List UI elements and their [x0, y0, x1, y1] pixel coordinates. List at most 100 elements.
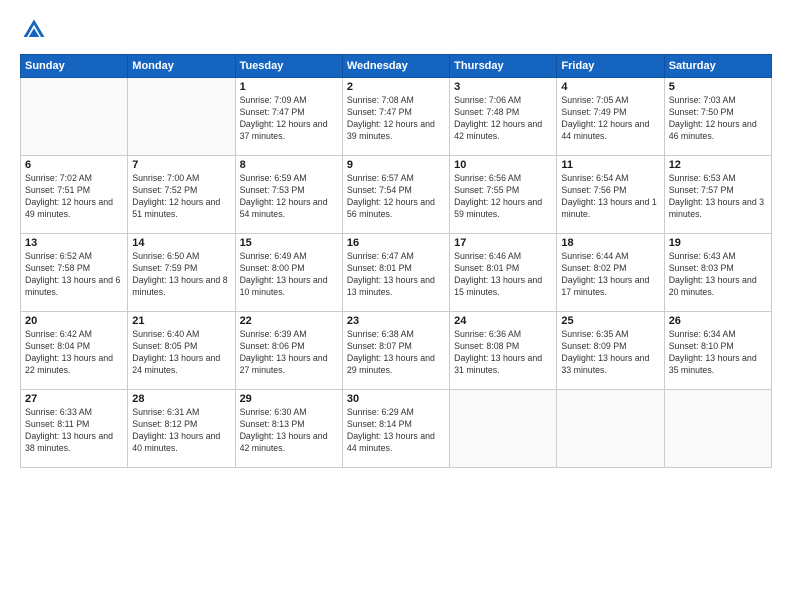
- day-info: Sunrise: 6:52 AM Sunset: 7:58 PM Dayligh…: [25, 251, 123, 299]
- calendar-cell: 21 Sunrise: 6:40 AM Sunset: 8:05 PM Dayli…: [128, 312, 235, 390]
- day-number: 15: [240, 237, 338, 249]
- calendar-cell: 24 Sunrise: 6:36 AM Sunset: 8:08 PM Dayli…: [450, 312, 557, 390]
- weekday-header: Tuesday: [235, 55, 342, 78]
- calendar-cell: 30 Sunrise: 6:29 AM Sunset: 8:14 PM Dayli…: [342, 390, 449, 468]
- calendar-cell: 2 Sunrise: 7:08 AM Sunset: 7:47 PM Daylig…: [342, 78, 449, 156]
- day-number: 16: [347, 237, 445, 249]
- weekday-header: Wednesday: [342, 55, 449, 78]
- day-info: Sunrise: 6:46 AM Sunset: 8:01 PM Dayligh…: [454, 251, 552, 299]
- calendar-cell: 22Sunrise: 6:39 AM Sunset: 8:06 PM Dayli…: [235, 312, 342, 390]
- calendar-cell: 1 Sunrise: 7:09 AM Sunset: 7:47 PM Daylig…: [235, 78, 342, 156]
- calendar-cell: 16 Sunrise: 6:47 AM Sunset: 8:01 PM Dayli…: [342, 234, 449, 312]
- day-number: 20: [25, 315, 123, 327]
- calendar-cell: 13 Sunrise: 6:52 AM Sunset: 7:58 PM Dayli…: [21, 234, 128, 312]
- day-number: 23: [347, 315, 445, 327]
- day-info: Sunrise: 6:38 AM Sunset: 8:07 PM Dayligh…: [347, 329, 445, 377]
- week-row: 27 Sunrise: 6:33 AM Sunset: 8:11 PM Dayli…: [21, 390, 772, 468]
- calendar-cell: 6 Sunrise: 7:02 AM Sunset: 7:51 PM Daylig…: [21, 156, 128, 234]
- day-number: 18: [561, 237, 659, 249]
- day-info: Sunrise: 6:30 AM Sunset: 8:13 PM Dayligh…: [240, 407, 338, 455]
- day-number: 13: [25, 237, 123, 249]
- day-number: 2: [347, 81, 445, 93]
- calendar-cell: 28 Sunrise: 6:31 AM Sunset: 8:12 PM Dayli…: [128, 390, 235, 468]
- calendar-cell: [450, 390, 557, 468]
- day-info: Sunrise: 6:36 AM Sunset: 8:08 PM Dayligh…: [454, 329, 552, 377]
- weekday-header: Friday: [557, 55, 664, 78]
- day-number: 27: [25, 393, 123, 405]
- day-info: Sunrise: 6:31 AM Sunset: 8:12 PM Dayligh…: [132, 407, 230, 455]
- calendar-cell: [128, 78, 235, 156]
- week-row: 20 Sunrise: 6:42 AM Sunset: 8:04 PM Dayli…: [21, 312, 772, 390]
- day-info: Sunrise: 6:42 AM Sunset: 8:04 PM Dayligh…: [25, 329, 123, 377]
- calendar-cell: 20 Sunrise: 6:42 AM Sunset: 8:04 PM Dayli…: [21, 312, 128, 390]
- day-info: Sunrise: 7:08 AM Sunset: 7:47 PM Dayligh…: [347, 95, 445, 143]
- calendar-cell: 25Sunrise: 6:35 AM Sunset: 8:09 PM Dayli…: [557, 312, 664, 390]
- day-info: Sunrise: 6:34 AM Sunset: 8:10 PM Dayligh…: [669, 329, 767, 377]
- day-number: 5: [669, 81, 767, 93]
- calendar-cell: 19Sunrise: 6:43 AM Sunset: 8:03 PM Dayli…: [664, 234, 771, 312]
- day-info: Sunrise: 6:47 AM Sunset: 8:01 PM Dayligh…: [347, 251, 445, 299]
- calendar-cell: 27 Sunrise: 6:33 AM Sunset: 8:11 PM Dayli…: [21, 390, 128, 468]
- day-info: Sunrise: 6:29 AM Sunset: 8:14 PM Dayligh…: [347, 407, 445, 455]
- week-row: 1 Sunrise: 7:09 AM Sunset: 7:47 PM Daylig…: [21, 78, 772, 156]
- calendar-cell: 17 Sunrise: 6:46 AM Sunset: 8:01 PM Dayli…: [450, 234, 557, 312]
- day-info: Sunrise: 6:33 AM Sunset: 8:11 PM Dayligh…: [25, 407, 123, 455]
- day-info: Sunrise: 6:35 AM Sunset: 8:09 PM Dayligh…: [561, 329, 659, 377]
- day-number: 26: [669, 315, 767, 327]
- day-info: Sunrise: 6:40 AM Sunset: 8:05 PM Dayligh…: [132, 329, 230, 377]
- day-number: 28: [132, 393, 230, 405]
- day-info: Sunrise: 7:00 AM Sunset: 7:52 PM Dayligh…: [132, 173, 230, 221]
- day-number: 14: [132, 237, 230, 249]
- day-number: 9: [347, 159, 445, 171]
- calendar-cell: [557, 390, 664, 468]
- day-info: Sunrise: 6:43 AM Sunset: 8:03 PM Dayligh…: [669, 251, 767, 299]
- day-number: 8: [240, 159, 338, 171]
- weekday-header: Saturday: [664, 55, 771, 78]
- day-info: Sunrise: 6:39 AM Sunset: 8:06 PM Dayligh…: [240, 329, 338, 377]
- day-info: Sunrise: 7:09 AM Sunset: 7:47 PM Dayligh…: [240, 95, 338, 143]
- calendar-cell: 15 Sunrise: 6:49 AM Sunset: 8:00 PM Dayli…: [235, 234, 342, 312]
- day-info: Sunrise: 7:06 AM Sunset: 7:48 PM Dayligh…: [454, 95, 552, 143]
- day-info: Sunrise: 7:05 AM Sunset: 7:49 PM Dayligh…: [561, 95, 659, 143]
- day-number: 21: [132, 315, 230, 327]
- weekday-header: Monday: [128, 55, 235, 78]
- day-number: 1: [240, 81, 338, 93]
- day-number: 7: [132, 159, 230, 171]
- calendar-cell: 3 Sunrise: 7:06 AM Sunset: 7:48 PM Daylig…: [450, 78, 557, 156]
- day-number: 6: [25, 159, 123, 171]
- weekday-header: Sunday: [21, 55, 128, 78]
- logo-icon: [20, 16, 48, 44]
- day-info: Sunrise: 7:02 AM Sunset: 7:51 PM Dayligh…: [25, 173, 123, 221]
- calendar-cell: 9 Sunrise: 6:57 AM Sunset: 7:54 PM Daylig…: [342, 156, 449, 234]
- calendar-cell: 5 Sunrise: 7:03 AM Sunset: 7:50 PM Daylig…: [664, 78, 771, 156]
- day-info: Sunrise: 6:49 AM Sunset: 8:00 PM Dayligh…: [240, 251, 338, 299]
- calendar-cell: 11Sunrise: 6:54 AM Sunset: 7:56 PM Dayli…: [557, 156, 664, 234]
- day-info: Sunrise: 6:44 AM Sunset: 8:02 PM Dayligh…: [561, 251, 659, 299]
- day-info: Sunrise: 6:54 AM Sunset: 7:56 PM Dayligh…: [561, 173, 659, 221]
- day-info: Sunrise: 6:57 AM Sunset: 7:54 PM Dayligh…: [347, 173, 445, 221]
- calendar-cell: 29Sunrise: 6:30 AM Sunset: 8:13 PM Dayli…: [235, 390, 342, 468]
- page: SundayMondayTuesdayWednesdayThursdayFrid…: [0, 0, 792, 612]
- week-row: 6 Sunrise: 7:02 AM Sunset: 7:51 PM Daylig…: [21, 156, 772, 234]
- day-number: 4: [561, 81, 659, 93]
- calendar-cell: 26 Sunrise: 6:34 AM Sunset: 8:10 PM Dayli…: [664, 312, 771, 390]
- calendar-cell: 18 Sunrise: 6:44 AM Sunset: 8:02 PM Dayli…: [557, 234, 664, 312]
- day-info: Sunrise: 6:50 AM Sunset: 7:59 PM Dayligh…: [132, 251, 230, 299]
- day-number: 24: [454, 315, 552, 327]
- calendar-body: 1 Sunrise: 7:09 AM Sunset: 7:47 PM Daylig…: [21, 78, 772, 468]
- calendar-cell: 7 Sunrise: 7:00 AM Sunset: 7:52 PM Daylig…: [128, 156, 235, 234]
- day-number: 30: [347, 393, 445, 405]
- day-info: Sunrise: 6:56 AM Sunset: 7:55 PM Dayligh…: [454, 173, 552, 221]
- day-number: 10: [454, 159, 552, 171]
- calendar-cell: [664, 390, 771, 468]
- day-info: Sunrise: 7:03 AM Sunset: 7:50 PM Dayligh…: [669, 95, 767, 143]
- calendar-cell: [21, 78, 128, 156]
- calendar-cell: 10 Sunrise: 6:56 AM Sunset: 7:55 PM Dayli…: [450, 156, 557, 234]
- weekday-row: SundayMondayTuesdayWednesdayThursdayFrid…: [21, 55, 772, 78]
- header: [20, 16, 772, 44]
- weekday-header: Thursday: [450, 55, 557, 78]
- day-info: Sunrise: 6:59 AM Sunset: 7:53 PM Dayligh…: [240, 173, 338, 221]
- day-number: 17: [454, 237, 552, 249]
- calendar-cell: 4 Sunrise: 7:05 AM Sunset: 7:49 PM Daylig…: [557, 78, 664, 156]
- day-number: 3: [454, 81, 552, 93]
